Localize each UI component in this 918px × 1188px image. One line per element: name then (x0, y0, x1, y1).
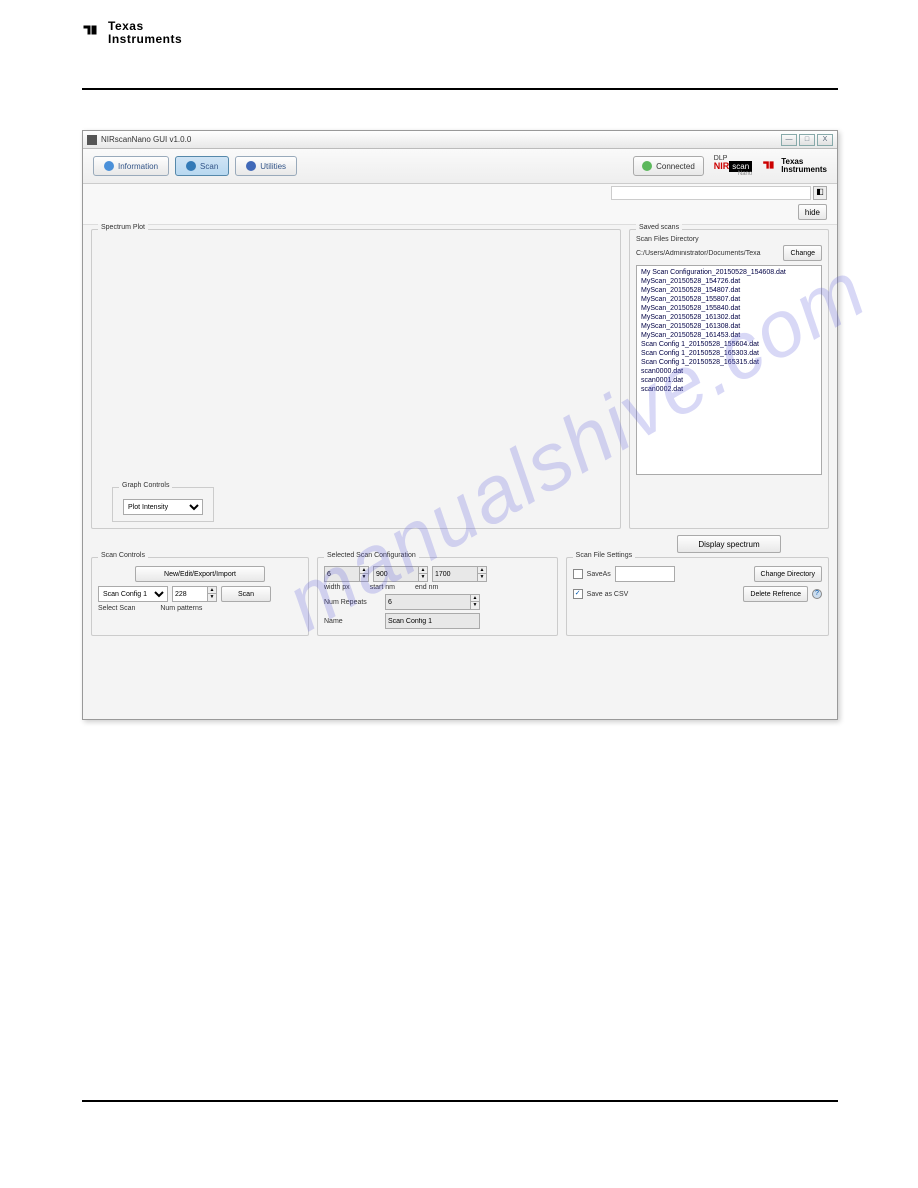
bottom-divider (82, 1100, 838, 1102)
graph-controls-label: Graph Controls (119, 482, 172, 489)
top-divider (82, 88, 838, 90)
list-item[interactable]: Scan Config 1_20150528_165303.dat (639, 349, 819, 358)
delete-reference-button[interactable]: Delete Refrence (743, 586, 808, 602)
change-directory-button[interactable]: Change (783, 245, 822, 261)
scan-file-list[interactable]: My Scan Configuration_20150528_154608.da… (636, 265, 822, 475)
list-item[interactable]: My Scan Configuration_20150528_154608.da… (639, 268, 819, 277)
list-item[interactable]: scan0000.dat (639, 367, 819, 376)
scan-controls-group: Scan Controls New/Edit/Export/Import Sca… (91, 557, 309, 636)
list-item[interactable]: MyScan_20150528_154807.dat (639, 286, 819, 295)
window-close-button[interactable]: X (817, 134, 833, 146)
help-icon[interactable]: ? (812, 589, 822, 599)
change-directory-button-2[interactable]: Change Directory (754, 566, 822, 582)
num-repeats-input (385, 594, 470, 610)
window-titlebar: NIRscanNano GUI v1.0.0 — □ X (83, 131, 837, 149)
new-edit-export-import-button[interactable]: New/Edit/Export/Import (135, 566, 265, 582)
selected-config-group: Selected Scan Configuration ▲▼ ▲▼ ▲▼ wid… (317, 557, 558, 636)
information-button[interactable]: Information (93, 156, 169, 176)
ti-chip-icon (82, 20, 102, 46)
spectrum-plot-label: Spectrum Plot (98, 224, 148, 231)
selected-config-label: Selected Scan Configuration (324, 552, 419, 559)
config-name-input (385, 613, 480, 629)
width-px-label: width px (324, 584, 350, 591)
saveas-checkbox[interactable] (573, 569, 583, 579)
hide-button[interactable]: hide (798, 204, 827, 220)
file-settings-label: Scan File Settings (573, 552, 635, 559)
end-nm-input (432, 566, 477, 582)
directory-path: C:/Users/Administrator/Documents/Texa (636, 250, 779, 257)
nirscan-logo: DLP NIRscan Nano (714, 155, 752, 177)
list-item[interactable]: MyScan_20150528_161302.dat (639, 313, 819, 322)
window-title: NIRscanNano GUI v1.0.0 (101, 135, 191, 144)
app-icon (87, 135, 97, 145)
sub-field[interactable] (611, 186, 811, 200)
window-minimize-button[interactable]: — (781, 134, 797, 146)
wrench-icon (246, 161, 256, 171)
list-item[interactable]: Scan Config 1_20150528_165315.dat (639, 358, 819, 367)
saved-scans-label: Saved scans (636, 224, 682, 231)
num-patterns-spinner[interactable]: ▲▼ (207, 586, 217, 602)
ti-brand-text: TexasInstruments (108, 20, 182, 46)
nirscan-window: NIRscanNano GUI v1.0.0 — □ X Information… (82, 130, 838, 720)
list-item[interactable]: scan0001.dat (639, 376, 819, 385)
saveas-label: SaveAs (587, 571, 611, 578)
spectrum-plot-group: Spectrum Plot Graph Controls Plot Intens… (91, 229, 621, 529)
scan-run-button[interactable]: Scan (221, 586, 271, 602)
file-settings-group: Scan File Settings SaveAs Change Directo… (566, 557, 829, 636)
start-nm-label: start nm (370, 584, 395, 591)
list-item[interactable]: MyScan_20150528_154726.dat (639, 277, 819, 286)
num-patterns-label: Num patterns (160, 605, 202, 612)
page-brand-header: TexasInstruments (82, 20, 182, 46)
main-toolbar: Information Scan Utilities Connected DLP… (83, 149, 837, 184)
ti-logo: TexasInstruments (762, 157, 827, 176)
end-nm-label: end nm (415, 584, 438, 591)
connected-indicator[interactable]: Connected (633, 156, 704, 176)
list-item[interactable]: MyScan_20150528_161308.dat (639, 322, 819, 331)
scan-config-select[interactable]: Scan Config 1 (98, 586, 168, 602)
connected-icon (642, 161, 652, 171)
saveas-input[interactable] (615, 566, 675, 582)
scan-files-directory-label: Scan Files Directory (636, 236, 822, 243)
window-maximize-button[interactable]: □ (799, 134, 815, 146)
start-nm-input (373, 566, 418, 582)
saved-scans-group: Saved scans Scan Files Directory C:/User… (629, 229, 829, 529)
list-item[interactable]: Scan Config 1_20150528_155604.dat (639, 340, 819, 349)
list-item[interactable]: MyScan_20150528_155840.dat (639, 304, 819, 313)
sub-toolbar: ◧ hide (83, 184, 837, 225)
scan-button[interactable]: Scan (175, 156, 229, 176)
width-px-input (324, 566, 359, 582)
list-item[interactable]: MyScan_20150528_161453.dat (639, 331, 819, 340)
num-patterns-input[interactable] (172, 586, 207, 602)
save-csv-checkbox[interactable]: ✓ (573, 589, 583, 599)
plot-type-select[interactable]: Plot Intensity (123, 499, 203, 515)
scan-controls-label: Scan Controls (98, 552, 148, 559)
list-item[interactable]: scan0002.dat (639, 385, 819, 394)
utilities-button[interactable]: Utilities (235, 156, 297, 176)
display-spectrum-button[interactable]: Display spectrum (677, 535, 780, 553)
save-csv-label: Save as CSV (587, 591, 629, 598)
info-icon (104, 161, 114, 171)
config-name-label: Name (324, 618, 379, 625)
sub-icon[interactable]: ◧ (813, 186, 827, 200)
select-scan-label: Select Scan (98, 605, 135, 612)
list-item[interactable]: MyScan_20150528_155807.dat (639, 295, 819, 304)
graph-controls-group: Graph Controls Plot Intensity (112, 487, 214, 523)
scan-icon (186, 161, 196, 171)
num-repeats-label: Num Repeats (324, 599, 379, 606)
